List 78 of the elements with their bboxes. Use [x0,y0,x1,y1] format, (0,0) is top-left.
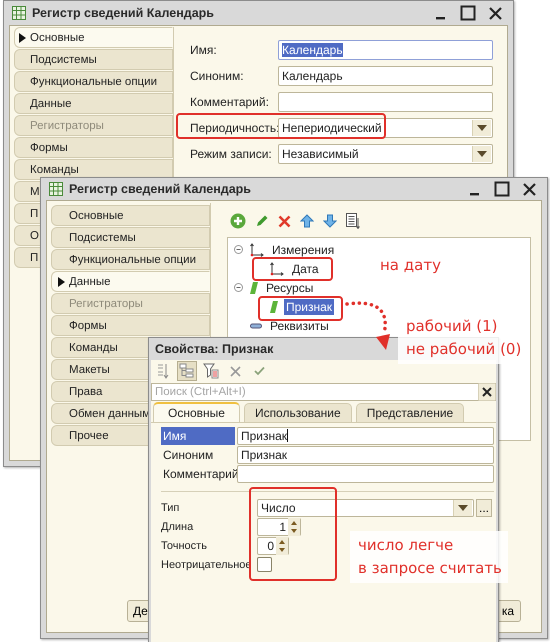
arrow-down-icon[interactable] [323,214,337,228]
field-label: Имя: [190,42,218,56]
tab[interactable]: Основные [153,402,240,422]
property-label[interactable]: Имя [161,426,235,444]
checkbox[interactable] [257,557,272,572]
triangle-icon [19,33,26,43]
close-icon[interactable] [230,366,240,376]
sort-icon[interactable] [157,363,169,379]
property-label: Точность [161,540,208,552]
annotation-note: на дату [380,255,441,276]
side-tab[interactable]: Формы [51,315,210,336]
arrow-up-icon[interactable] [300,214,314,228]
side-tab[interactable]: Формы [14,137,173,158]
axes-icon [270,262,284,276]
triangle-icon [58,277,65,287]
document-icon[interactable] [346,213,360,229]
window-title: Регистр сведений Календарь [32,6,214,20]
field-label: Синоним: [190,68,245,82]
side-tab[interactable]: Подсистемы [51,227,210,248]
axes-icon [250,242,264,256]
property-label: Длина [161,520,194,532]
field-label: Комментарий: [190,94,270,108]
input-field[interactable]: Признак [237,426,494,444]
tab[interactable]: Использование [244,403,352,422]
field-label: Режим записи: [190,146,273,160]
input-field[interactable]: Календарь [278,40,493,60]
side-tab[interactable]: Функциональные опции [51,249,210,270]
collapse-icon[interactable] [234,245,243,254]
leaf-icon [250,280,258,294]
input-field[interactable]: Календарь [278,66,493,86]
input-field[interactable]: Непериодический [278,118,493,138]
clear-icon[interactable] [478,383,496,401]
side-tab[interactable]: Данные [14,93,173,114]
number-field[interactable]: 1 [257,518,301,536]
pencil-icon[interactable] [255,214,269,228]
dash-icon [250,322,262,328]
maximize-button[interactable] [460,5,476,21]
maximize-button[interactable] [494,181,510,197]
collapse-icon[interactable] [234,283,243,292]
caret-icon[interactable] [458,504,468,510]
side-tab[interactable]: Данные [51,271,210,292]
tree-item[interactable]: Дата [290,260,321,276]
property-label[interactable]: Комментарий [161,464,235,482]
table-icon [49,182,63,196]
side-tab[interactable]: Основные [14,27,173,48]
search-field[interactable]: Поиск (Ctrl+Alt+I) [151,383,478,401]
side-tab[interactable]: Подсистемы [14,49,173,70]
check-icon[interactable] [254,366,264,376]
spinner-icon[interactable] [276,536,288,554]
input-field[interactable] [278,92,493,112]
tree-item[interactable]: Ресурсы [264,280,316,296]
annotation-note: число легче в запросе считать [350,531,508,583]
side-tab[interactable]: Функциональные опции [14,71,173,92]
select-button[interactable]: ... [476,498,492,516]
input-field[interactable]: Признак [237,446,494,464]
caret-icon[interactable] [477,150,487,156]
window-title: Регистр сведений Календарь [69,182,251,196]
tree-item[interactable]: Признак [284,298,334,314]
dropdown-field[interactable]: Число [257,498,474,516]
tree-item[interactable]: Измерения [270,242,336,258]
delete-icon[interactable] [278,214,291,228]
property-label: Тип [161,502,180,514]
number-field[interactable]: 0 [257,536,289,554]
caret-icon[interactable] [477,124,487,130]
field-label: Периодичность: [190,120,278,134]
close-button[interactable] [488,6,503,20]
side-tab[interactable]: Основные [51,205,210,226]
input-field[interactable] [237,464,494,482]
close-button[interactable] [522,182,537,196]
property-label: Неотрицательное [161,558,253,570]
input-field[interactable]: Независимый [278,144,493,164]
spinner-icon[interactable] [288,518,300,536]
add-icon[interactable] [230,213,246,229]
tab[interactable]: Представление [356,403,464,422]
tree-item[interactable]: Реквизиты [268,318,331,334]
property-label[interactable]: Синоним [161,446,235,464]
leaf-icon [270,300,278,314]
table-icon [12,6,26,20]
